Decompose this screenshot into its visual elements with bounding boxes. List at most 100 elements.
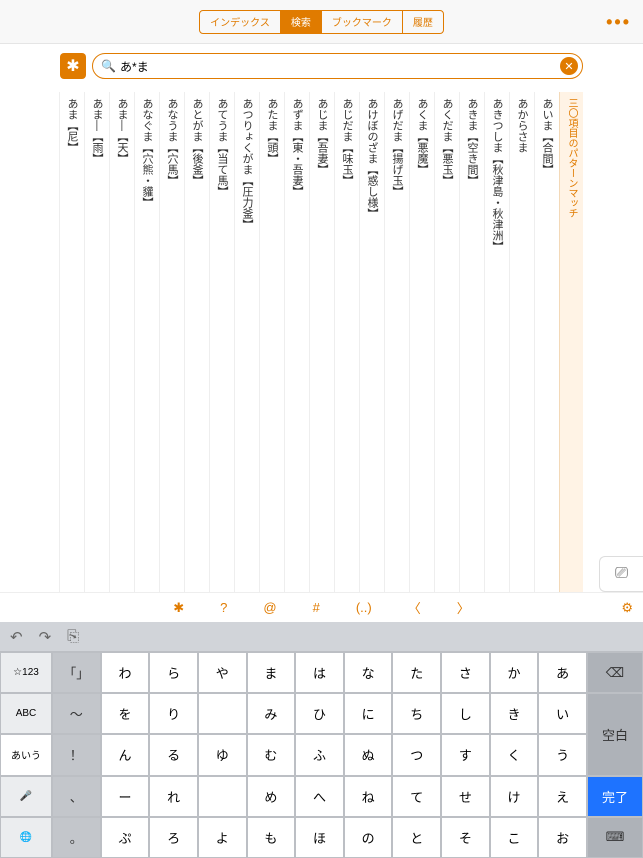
space-key[interactable]: 空白 <box>587 693 643 775</box>
kana-key[interactable]: て <box>392 776 441 817</box>
kana-key[interactable]: お <box>538 817 587 858</box>
kana-key[interactable]: き <box>490 693 539 734</box>
kana-key[interactable]: え <box>538 776 587 817</box>
kana-key[interactable]: は <box>295 652 344 693</box>
symbol-next[interactable]: 〉 <box>457 598 470 617</box>
tab-bookmark[interactable]: ブックマーク <box>322 11 403 33</box>
kana-key[interactable]: む <box>247 734 296 775</box>
kana-key[interactable]: ぬ <box>344 734 393 775</box>
kana-key[interactable]: た <box>392 652 441 693</box>
kana-key[interactable]: ま <box>247 652 296 693</box>
punct-key[interactable]: ！ <box>52 734 101 775</box>
clipboard-icon[interactable]: ⎘ <box>67 628 79 645</box>
result-item[interactable]: あま―【天】 <box>109 92 134 592</box>
result-item[interactable]: あま【尼】 <box>59 92 84 592</box>
tab-search[interactable]: 検索 <box>281 11 322 33</box>
symbol-question[interactable]: ? <box>220 600 227 615</box>
kana-key[interactable]: と <box>392 817 441 858</box>
kana-key[interactable]: み <box>247 693 296 734</box>
keyboard-toggle-button[interactable]: ⎚ <box>599 556 643 592</box>
kana-key[interactable]: も <box>247 817 296 858</box>
kana-key[interactable]: さ <box>441 652 490 693</box>
result-item[interactable]: あげだま【揚げ玉】 <box>384 92 409 592</box>
symbol-prev[interactable]: 〈 <box>408 598 421 617</box>
kana-key[interactable]: ゆ <box>198 734 247 775</box>
tab-index[interactable]: インデックス <box>200 11 281 33</box>
symbol-group[interactable]: (..) <box>356 600 372 615</box>
kana-key[interactable]: る <box>149 734 198 775</box>
kana-key[interactable]: ふ <box>295 734 344 775</box>
kana-key[interactable]: せ <box>441 776 490 817</box>
kana-key[interactable]: わ <box>101 652 150 693</box>
done-key[interactable]: 完了 <box>587 776 643 817</box>
result-item[interactable]: あじだま【味玉】 <box>334 92 359 592</box>
result-item[interactable]: あたま【頭】 <box>259 92 284 592</box>
kana-key[interactable]: す <box>441 734 490 775</box>
gear-icon[interactable]: ⚙ <box>621 600 633 616</box>
tab-history[interactable]: 履歴 <box>403 11 443 33</box>
kana-key[interactable]: ね <box>344 776 393 817</box>
kana-key[interactable]: ら <box>149 652 198 693</box>
more-button[interactable]: ••• <box>606 0 631 44</box>
small-kana-key[interactable]: ぷ <box>101 817 150 858</box>
result-item[interactable]: あとがま【後釜】 <box>184 92 209 592</box>
result-item[interactable]: あつりょくがま【圧力釜】 <box>234 92 259 592</box>
kana-key[interactable]: よ <box>198 817 247 858</box>
punct-key[interactable]: 、 <box>52 776 101 817</box>
mic-key[interactable]: 🎤 <box>0 776 52 817</box>
result-item[interactable]: あくだま【悪玉】 <box>434 92 459 592</box>
kana-key[interactable]: ん <box>101 734 150 775</box>
kana-key[interactable]: そ <box>441 817 490 858</box>
result-item[interactable]: あじま【吾妻】 <box>309 92 334 592</box>
kana-key[interactable]: の <box>344 817 393 858</box>
result-item[interactable]: あけぼのざま【惑し様】 <box>359 92 384 592</box>
kana-key[interactable]: ち <box>392 693 441 734</box>
result-item[interactable]: あきつしま【秋津島・秋津洲】 <box>484 92 509 592</box>
kana-key[interactable]: か <box>490 652 539 693</box>
kana-key[interactable]: な <box>344 652 393 693</box>
kana-key[interactable]: へ <box>295 776 344 817</box>
kana-key[interactable]: う <box>538 734 587 775</box>
kana-key[interactable]: れ <box>149 776 198 817</box>
result-item[interactable]: あなぐま【穴熊・貛】 <box>134 92 159 592</box>
search-input[interactable] <box>120 59 560 73</box>
mode-abc-key[interactable]: ABC <box>0 693 52 734</box>
symbol-asterisk[interactable]: ✱ <box>173 600 184 616</box>
kana-key[interactable]: に <box>344 693 393 734</box>
kana-key[interactable]: ほ <box>295 817 344 858</box>
kana-key[interactable]: め <box>247 776 296 817</box>
result-item[interactable]: あいま【合間】 <box>534 92 559 592</box>
kana-key[interactable] <box>198 693 247 734</box>
result-item[interactable]: あま―【雨】 <box>84 92 109 592</box>
kana-key[interactable]: い <box>538 693 587 734</box>
result-item[interactable]: あてうま【当て馬】 <box>209 92 234 592</box>
clear-search-button[interactable]: ✕ <box>560 57 578 75</box>
kana-key[interactable]: り <box>149 693 198 734</box>
kana-key[interactable]: け <box>490 776 539 817</box>
kana-key[interactable]: く <box>490 734 539 775</box>
kana-key[interactable]: や <box>198 652 247 693</box>
result-item[interactable]: あからさま <box>509 92 534 592</box>
search-box[interactable]: 🔍 ✕ <box>92 53 583 79</box>
mode-kana-key[interactable]: あいう <box>0 734 52 775</box>
redo-icon[interactable]: ↷ <box>39 628 52 646</box>
kana-key[interactable]: あ <box>538 652 587 693</box>
symbol-hash[interactable]: # <box>313 600 320 615</box>
kana-key[interactable]: し <box>441 693 490 734</box>
mode-num-key[interactable]: ☆123 <box>0 652 52 693</box>
symbol-at[interactable]: @ <box>263 600 276 615</box>
kana-key[interactable]: ー <box>101 776 150 817</box>
result-item[interactable]: あきま【空き間】 <box>459 92 484 592</box>
kana-key[interactable]: つ <box>392 734 441 775</box>
undo-icon[interactable]: ↶ <box>10 628 23 646</box>
punct-key[interactable]: 「」 <box>52 652 101 693</box>
result-item[interactable]: あくま【悪魔】 <box>409 92 434 592</box>
results-list[interactable]: 三〇項目のパターンマッチ あいま【合間】 あからさま あきつしま【秋津島・秋津洲… <box>0 88 643 592</box>
result-item[interactable]: あずま【東・吾妻】 <box>284 92 309 592</box>
kana-key[interactable] <box>198 776 247 817</box>
kana-key[interactable]: ろ <box>149 817 198 858</box>
dismiss-keyboard-key[interactable]: ⌨ <box>587 817 643 858</box>
punct-key[interactable]: 。 <box>52 817 101 858</box>
kana-key[interactable]: ひ <box>295 693 344 734</box>
delete-key[interactable]: ⌫ <box>587 652 643 693</box>
